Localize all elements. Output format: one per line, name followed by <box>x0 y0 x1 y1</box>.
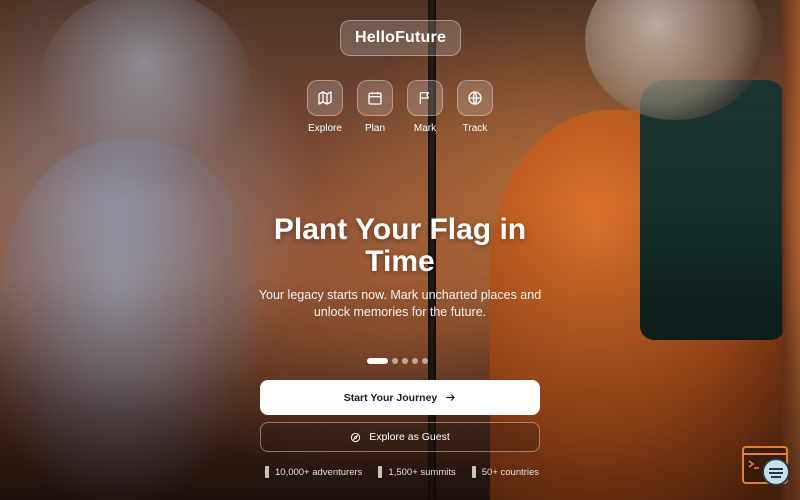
devtools-widget[interactable] <box>742 446 790 486</box>
hero-content: HelloFuture Explore Plan Mark Track Plan… <box>0 0 800 500</box>
map-icon <box>318 91 332 105</box>
carousel-indicator <box>367 358 428 364</box>
carousel-dot-1[interactable] <box>367 358 388 364</box>
nav-label: Track <box>462 123 488 134</box>
compass-icon <box>351 432 361 442</box>
hero-title: Plant Your Flag in Time <box>273 213 527 278</box>
flag-icon <box>419 92 429 104</box>
avatar-circle-icon <box>762 458 790 486</box>
nav-item-track[interactable]: Track <box>445 80 505 134</box>
terminal-prompt-icon <box>748 460 759 469</box>
devtools-panel-bar <box>744 453 786 455</box>
nav-button-mark[interactable] <box>407 80 443 116</box>
nav-button-plan[interactable] <box>357 80 393 116</box>
stat-label: 50+ countries <box>481 466 540 478</box>
stat-summits: 1,500+ summits <box>378 466 456 478</box>
hero-subtitle: Your legacy starts now. Mark uncharted p… <box>258 288 542 319</box>
carousel-dot-4[interactable] <box>412 358 418 364</box>
stat-adventurers: 10,000+ adventurers <box>265 466 362 478</box>
globe-icon <box>468 91 482 105</box>
carousel-dot-2[interactable] <box>392 358 398 364</box>
arrow-right-icon <box>446 394 456 401</box>
explore-as-guest-label: Explore as Guest <box>369 431 450 443</box>
menu-lines-icon <box>769 468 783 478</box>
carousel-dot-5[interactable] <box>422 358 428 364</box>
stats-row: 10,000+ adventurers 1,500+ summits 50+ c… <box>265 466 539 478</box>
nav-button-track[interactable] <box>457 80 493 116</box>
start-journey-button[interactable]: Start Your Journey <box>260 380 540 415</box>
stat-label: 10,000+ adventurers <box>275 466 363 478</box>
brand-name: HelloFuture <box>354 29 447 46</box>
start-journey-label: Start Your Journey <box>343 391 438 404</box>
stat-countries: 50+ countries <box>471 466 540 478</box>
stat-label: 1,500+ summits <box>388 466 456 478</box>
stat-bar-icon <box>265 466 269 478</box>
brand-logo[interactable]: HelloFuture <box>340 20 461 56</box>
nav-button-explore[interactable] <box>307 80 343 116</box>
stat-bar-icon <box>378 466 383 478</box>
carousel-dot-3[interactable] <box>402 358 408 364</box>
explore-as-guest-button[interactable]: Explore as Guest <box>260 422 540 452</box>
stat-bar-icon <box>471 466 476 478</box>
calendar-icon <box>368 92 382 105</box>
